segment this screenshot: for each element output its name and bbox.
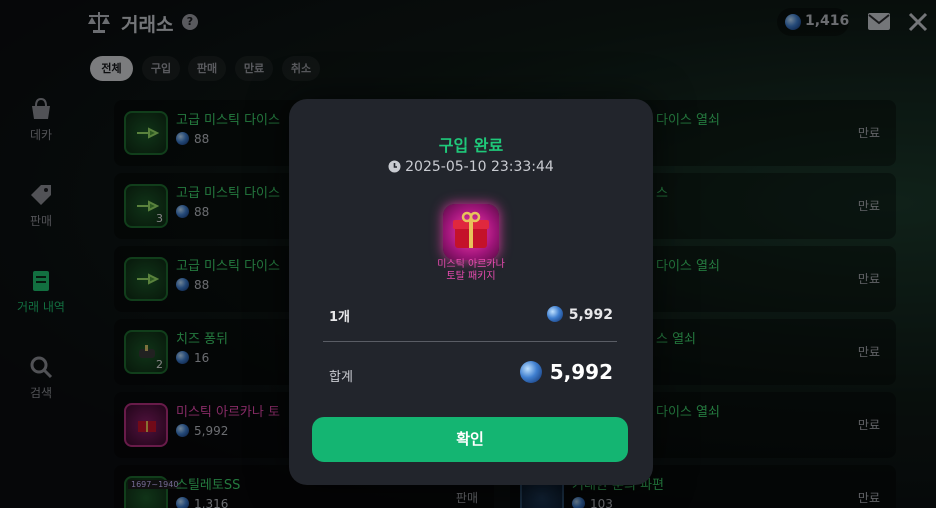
- purchase-timestamp: 2025-05-10 23:33:44: [289, 159, 653, 175]
- quantity-row: 1개 5,992: [329, 304, 613, 326]
- total-label: 합계: [329, 370, 353, 385]
- gift-box-icon: [453, 211, 489, 248]
- purchase-complete-dialog: 구입 완료 2025-05-10 23:33:44 미스틱 아르카나 토탈 패키…: [289, 99, 653, 485]
- item-image: [443, 204, 499, 260]
- coin-icon: [519, 361, 542, 383]
- item-name: 미스틱 아르카나 토탈 패키지: [437, 259, 505, 282]
- dialog-title: 구입 완료: [438, 136, 504, 155]
- divider: [323, 341, 617, 342]
- total-price: 5,992: [519, 360, 613, 384]
- quantity-label: 1개: [329, 310, 351, 325]
- confirm-button[interactable]: 확인: [312, 417, 628, 462]
- unit-price: 5,992: [546, 306, 613, 323]
- clock-icon: [388, 160, 401, 173]
- total-row: 합계 5,992: [329, 360, 613, 390]
- coin-icon: [546, 306, 563, 322]
- exchange-screen: 거래소 ? 1,416 전체 구입 판매 만료 취소 데카 판매 거래 내역 검…: [0, 0, 936, 508]
